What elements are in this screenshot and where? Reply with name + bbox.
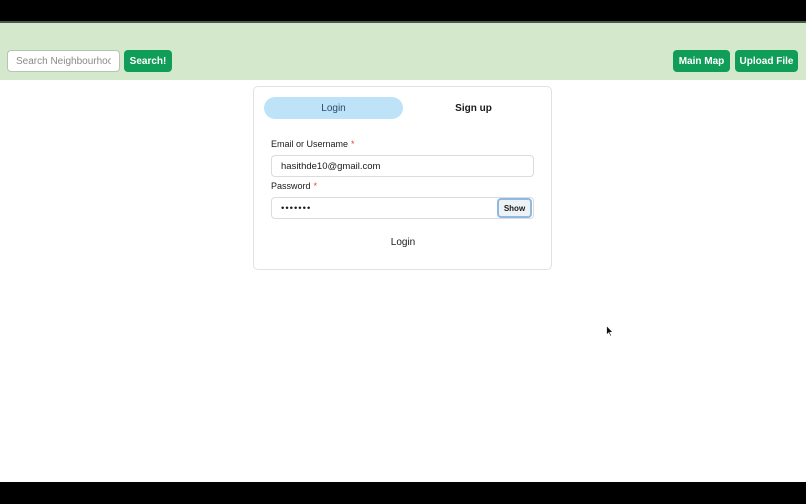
email-label-text: Email or Username <box>271 139 349 149</box>
email-label: Email or Username * <box>271 139 355 149</box>
password-label-text: Password <box>271 181 311 191</box>
auth-card: Login Sign up Email or Username* Passwor… <box>253 86 552 270</box>
required-marker: * <box>351 139 355 149</box>
mouse-pointer-icon <box>606 325 614 337</box>
show-password-button[interactable]: Show <box>497 198 532 218</box>
tab-signup[interactable]: Sign up <box>404 97 543 119</box>
screen-bottom-bar <box>0 482 806 504</box>
search-button[interactable]: Search! <box>124 50 172 72</box>
required-marker: * <box>313 181 318 191</box>
login-button[interactable]: Login <box>371 232 435 252</box>
main-map-button[interactable]: Main Map <box>673 50 730 72</box>
password-field[interactable] <box>271 197 534 219</box>
screen-top-bar <box>0 0 806 22</box>
tab-login[interactable]: Login <box>264 97 403 119</box>
email-field[interactable] <box>271 155 534 177</box>
password-label: Password * <box>271 181 317 191</box>
page: Search! Main Map Upload File Login Sign … <box>0 23 806 482</box>
navbar: Search! Main Map Upload File <box>0 23 806 80</box>
upload-file-button[interactable]: Upload File <box>735 50 798 72</box>
search-input[interactable] <box>7 50 120 72</box>
